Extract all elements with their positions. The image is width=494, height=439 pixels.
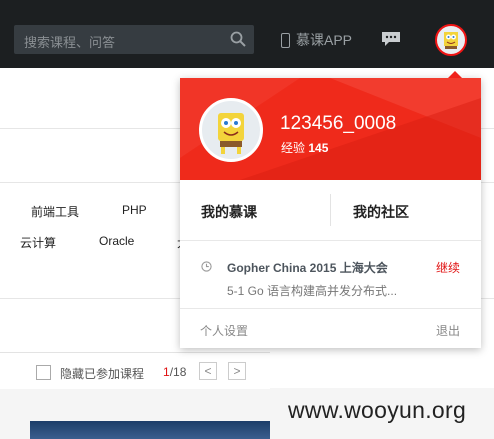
dropdown-avatar[interactable] (199, 98, 263, 162)
sponge-avatar-icon (218, 113, 244, 154)
search-box[interactable]: 搜索课程、问答 (14, 25, 254, 54)
course-thumbnail[interactable] (30, 421, 270, 439)
search-input[interactable]: 搜索课程、问答 (24, 32, 115, 51)
dropdown-arrow (448, 71, 462, 78)
recent-course-title[interactable]: Gopher China 2015 上海大会 (227, 259, 388, 276)
dropdown-footer: 个人设置 退出 (180, 308, 481, 349)
app-download-link[interactable]: 慕课APP (281, 30, 352, 50)
phone-icon (281, 32, 290, 48)
recent-lesson-title[interactable]: 5-1 Go 语言构建高并发分布式... (227, 282, 397, 299)
user-dropdown-menu: 123456_0008 经验 145 我的慕课 我的社区 Gopher Chin… (180, 71, 481, 349)
recent-course[interactable]: Gopher China 2015 上海大会 继续 5-1 Go 语言构建高并发… (180, 241, 481, 307)
experience: 经验 145 (281, 139, 328, 156)
category-cloud[interactable]: 云计算 (20, 234, 56, 251)
my-courses-link[interactable]: 我的慕课 (201, 202, 257, 222)
username: 123456_0008 (280, 113, 397, 134)
continue-button[interactable]: 继续 (436, 259, 460, 276)
category-frontend-tools[interactable]: 前端工具 (31, 203, 79, 220)
exp-value: 145 (308, 141, 329, 155)
logout-link[interactable]: 退出 (436, 322, 460, 339)
my-community-link[interactable]: 我的社区 (353, 202, 409, 222)
hide-joined-label: 隐藏已参加课程 (60, 367, 145, 381)
message-icon[interactable] (381, 31, 401, 47)
course-filter-bar: 隐藏已参加课程 1/18 < > (0, 352, 270, 389)
prev-page-button[interactable]: < (199, 362, 217, 380)
exp-label: 经验 (281, 141, 306, 155)
next-page-button[interactable]: > (228, 362, 246, 380)
category-oracle[interactable]: Oracle (99, 234, 134, 248)
watermark: www.wooyun.org (288, 397, 467, 423)
page-total: /18 (169, 365, 187, 379)
dropdown-tabs: 我的慕课 我的社区 (180, 180, 481, 241)
top-navbar: 搜索课程、问答 慕课APP (0, 0, 494, 68)
page-indicator: 1/18 (163, 365, 186, 379)
settings-link[interactable]: 个人设置 (200, 322, 248, 339)
dropdown-header: 123456_0008 经验 145 (180, 78, 481, 180)
clock-icon (201, 261, 212, 272)
hide-joined-checkbox[interactable] (36, 365, 51, 380)
page-current: 1 (163, 365, 170, 379)
sponge-avatar-icon (444, 32, 458, 49)
search-icon[interactable] (230, 31, 246, 47)
app-label: 慕课APP (296, 32, 353, 48)
user-avatar[interactable] (435, 24, 467, 56)
category-php[interactable]: PHP (122, 203, 147, 217)
tab-separator (330, 194, 331, 226)
